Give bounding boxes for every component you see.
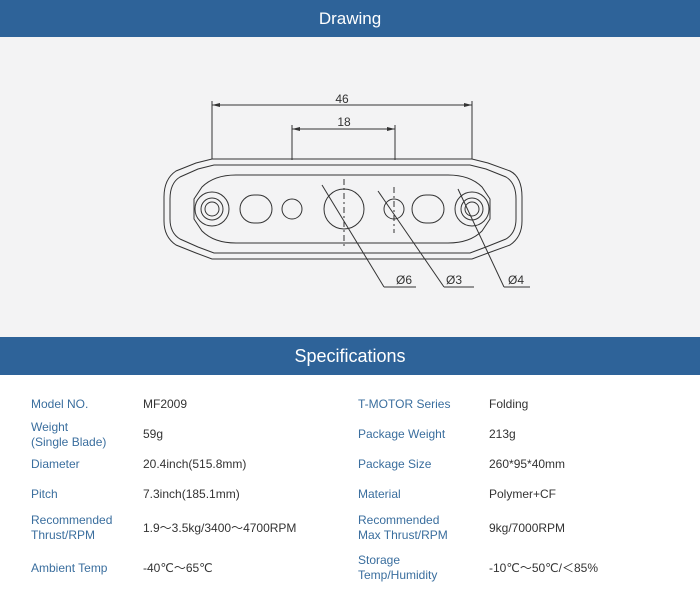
drawing-header: Drawing <box>0 0 700 37</box>
dim-46-label: 46 <box>335 92 349 106</box>
left-hole-mid <box>200 197 224 221</box>
spec-label: Recommended Thrust/RPM <box>31 513 131 543</box>
small-hole-left <box>281 198 303 220</box>
spec-value: 59g <box>143 427 164 441</box>
spec-label: Diameter <box>31 457 80 471</box>
right-hole-outer <box>454 191 490 227</box>
dim-phi4-label: Ø4 <box>508 273 524 287</box>
spec-value: Polymer+CF <box>489 487 557 501</box>
left-hole-outer <box>194 191 230 227</box>
spec-label-line: Recommended <box>358 513 440 527</box>
drawing-title: Drawing <box>318 9 382 28</box>
spec-label: T-MOTOR Series <box>358 397 451 411</box>
specifications-header: Specifications <box>0 337 700 375</box>
spec-value: 213g <box>489 427 516 441</box>
left-hole-inner <box>204 201 220 217</box>
spec-label-line: Thrust/RPM <box>31 528 96 542</box>
dim-phi6-label: Ø6 <box>396 273 412 287</box>
spec-label: Package Weight <box>358 427 446 441</box>
spec-value: 260*95*40mm <box>489 457 566 471</box>
spec-label-line: (Single Blade) <box>31 435 107 449</box>
spec-label-line: Temp/Humidity <box>358 568 438 582</box>
part-outline-inner <box>169 164 517 254</box>
spec-value: 1.9～3.5kg/3400～4700RPM <box>143 521 297 535</box>
spec-label-line: Recommended <box>31 513 113 527</box>
dim-18-label: 18 <box>337 115 351 129</box>
spec-value: 20.4inch(515.8mm) <box>143 457 247 471</box>
spec-label-line: Storage <box>358 553 401 567</box>
spec-label: Storage Temp/Humidity <box>358 553 478 583</box>
specifications-table: Model NO. MF2009 T-MOTOR Series Folding … <box>0 375 700 602</box>
leader-phi4 <box>457 188 505 288</box>
spec-label: Weight (Single Blade) <box>31 420 131 450</box>
leader-phi6 <box>321 184 385 288</box>
right-slot <box>411 194 445 224</box>
part-drawing-svg: 46 18 Ø6 Ø3 Ø4 <box>163 92 530 288</box>
part-recess <box>193 174 491 244</box>
technical-drawing: 46 18 Ø6 Ø3 Ø4 <box>0 37 700 337</box>
spec-label: Model NO. <box>31 397 89 411</box>
spec-label: Recommended Max Thrust/RPM <box>358 513 478 543</box>
spec-value: MF2009 <box>143 397 188 411</box>
specifications-title: Specifications <box>294 346 406 366</box>
spec-label: Pitch <box>31 487 58 501</box>
spec-label-line: Weight <box>31 420 69 434</box>
spec-value: 9kg/7000RPM <box>489 521 566 535</box>
spec-label: Package Size <box>358 457 432 471</box>
left-slot <box>239 194 273 224</box>
dim-phi3-label: Ø3 <box>446 273 462 287</box>
spec-value: 7.3inch(185.1mm) <box>143 487 240 501</box>
spec-label: Ambient Temp <box>31 561 108 575</box>
spec-value: -40℃～65℃ <box>143 561 213 575</box>
spec-label-line: Max Thrust/RPM <box>358 528 448 542</box>
part-outline-outer <box>163 158 523 260</box>
spec-value: -10℃～50℃/＜85% <box>489 561 598 575</box>
spec-value: Folding <box>489 397 529 411</box>
spec-label: Material <box>358 487 401 501</box>
